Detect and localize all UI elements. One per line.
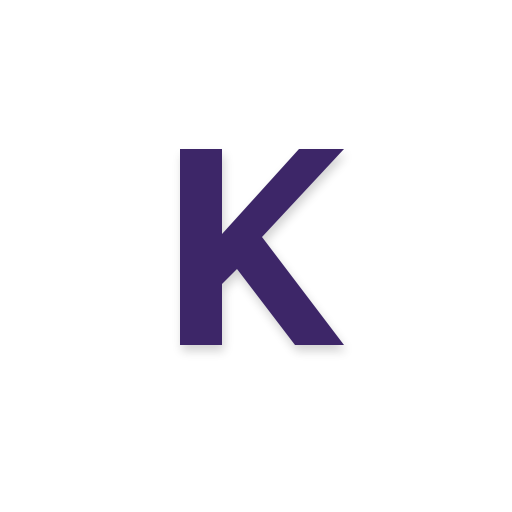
k-logo-icon: K <box>180 149 344 345</box>
k-letterform <box>180 149 344 345</box>
app-icon-canvas: K <box>0 0 512 512</box>
